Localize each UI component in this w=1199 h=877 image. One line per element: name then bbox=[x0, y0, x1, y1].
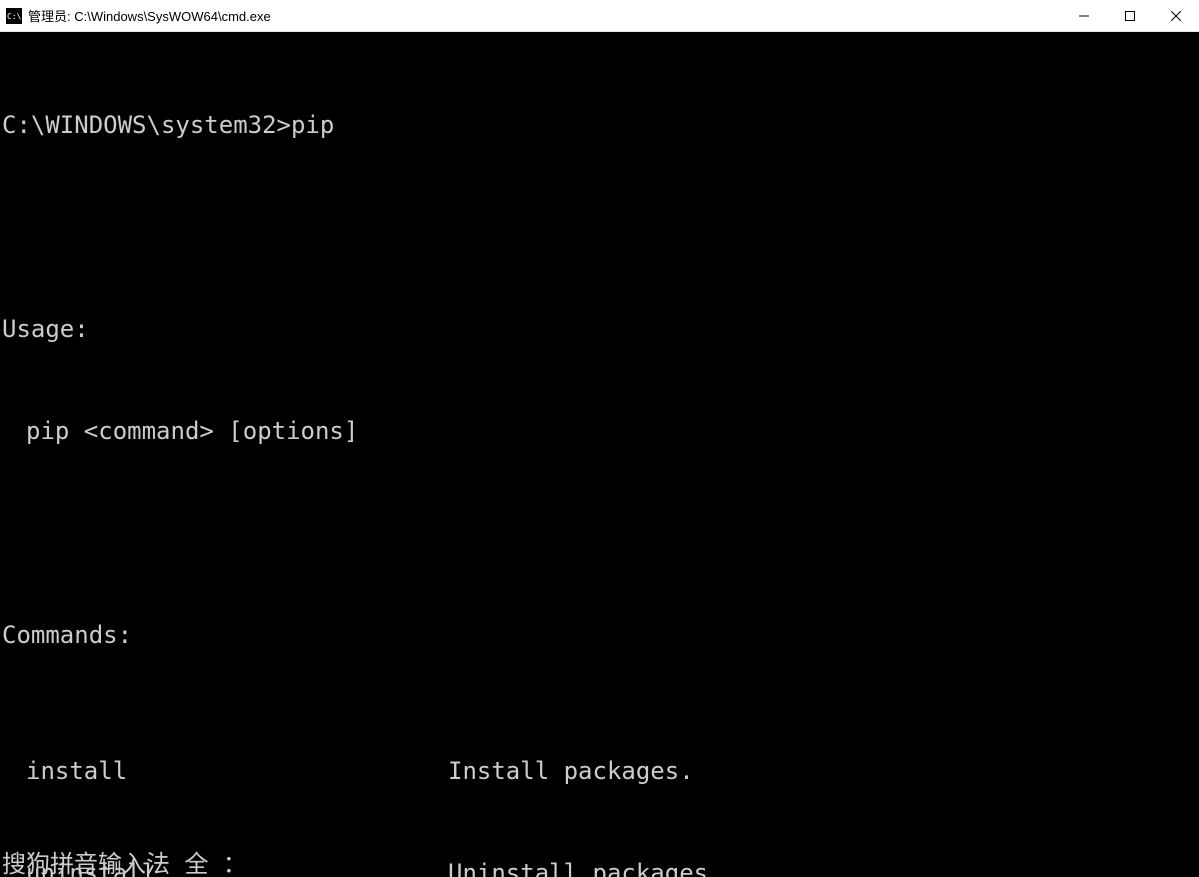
command-row: installInstall packages. bbox=[0, 754, 1199, 788]
prompt: C:\WINDOWS\system32> bbox=[2, 111, 291, 139]
blank-line bbox=[0, 210, 1199, 244]
minimize-button[interactable] bbox=[1061, 0, 1107, 31]
prompt-line: C:\WINDOWS\system32>pip bbox=[0, 108, 1199, 142]
ime-indicator: 搜狗拼音输入法 全 ： bbox=[2, 847, 247, 877]
command-name: install bbox=[0, 754, 448, 788]
terminal-area[interactable]: C:\WINDOWS\system32>pip Usage: pip <comm… bbox=[0, 32, 1199, 877]
command: pip bbox=[291, 111, 334, 139]
cmd-icon: C:\ bbox=[6, 8, 22, 24]
close-button[interactable] bbox=[1153, 0, 1199, 31]
command-desc: Uninstall packages. bbox=[448, 856, 1199, 877]
window-title: 管理员: C:\Windows\SysWOW64\cmd.exe bbox=[28, 6, 1061, 25]
titlebar[interactable]: C:\ 管理员: C:\Windows\SysWOW64\cmd.exe bbox=[0, 0, 1199, 32]
maximize-button[interactable] bbox=[1107, 0, 1153, 31]
window-controls bbox=[1061, 0, 1199, 31]
commands-header: Commands: bbox=[0, 618, 1199, 652]
command-desc: Install packages. bbox=[448, 754, 1199, 788]
usage-line: pip <command> [options] bbox=[0, 414, 1199, 448]
usage-header: Usage: bbox=[0, 312, 1199, 346]
svg-text:C:\: C:\ bbox=[7, 12, 22, 21]
blank-line bbox=[0, 516, 1199, 550]
